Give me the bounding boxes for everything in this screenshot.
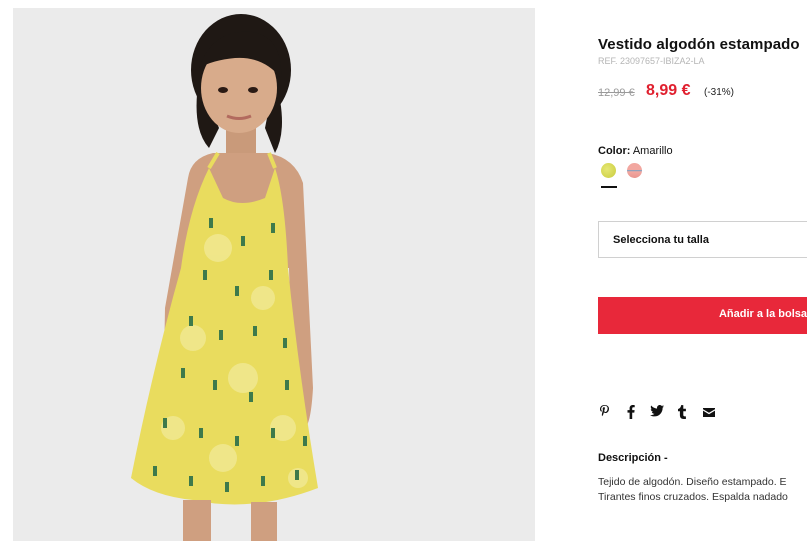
mail-icon[interactable] <box>703 405 715 421</box>
product-photo[interactable] <box>13 8 535 541</box>
size-select[interactable]: Selecciona tu talla <box>598 221 807 258</box>
sale-price: 8,99 € <box>646 82 691 99</box>
description-heading[interactable]: Descripción - <box>598 452 668 464</box>
color-key: Color: <box>598 145 631 157</box>
tumblr-icon[interactable] <box>677 405 686 421</box>
discount-badge: (-31%) <box>704 87 735 98</box>
description-line-1: Tejido de algodón. Diseño estampado. E <box>598 476 787 488</box>
product-title: Vestido algodón estampado <box>598 36 800 53</box>
facebook-icon[interactable] <box>627 405 635 421</box>
add-to-bag-button[interactable]: Añadir a la bolsa <box>598 297 807 334</box>
color-swatch-yellow[interactable] <box>601 163 616 178</box>
product-ref: REF. 23097657-IBIZA2-LA <box>598 56 705 66</box>
pinterest-icon[interactable] <box>599 405 610 421</box>
twitter-icon[interactable] <box>650 405 664 421</box>
description-text: Tejido de algodón. Diseño estampado. E T… <box>598 475 788 505</box>
description-line-2: Tirantes finos cruzados. Espalda nadado <box>598 491 788 503</box>
color-label: Color: Amarillo <box>598 145 673 157</box>
old-price: 12,99 € <box>598 87 635 99</box>
product-image <box>13 8 535 541</box>
add-to-bag-label: Añadir a la bolsa <box>718 308 807 320</box>
color-swatch-pink[interactable] <box>627 163 642 178</box>
selected-swatch-indicator <box>601 186 617 188</box>
color-value: Amarillo <box>632 145 673 157</box>
